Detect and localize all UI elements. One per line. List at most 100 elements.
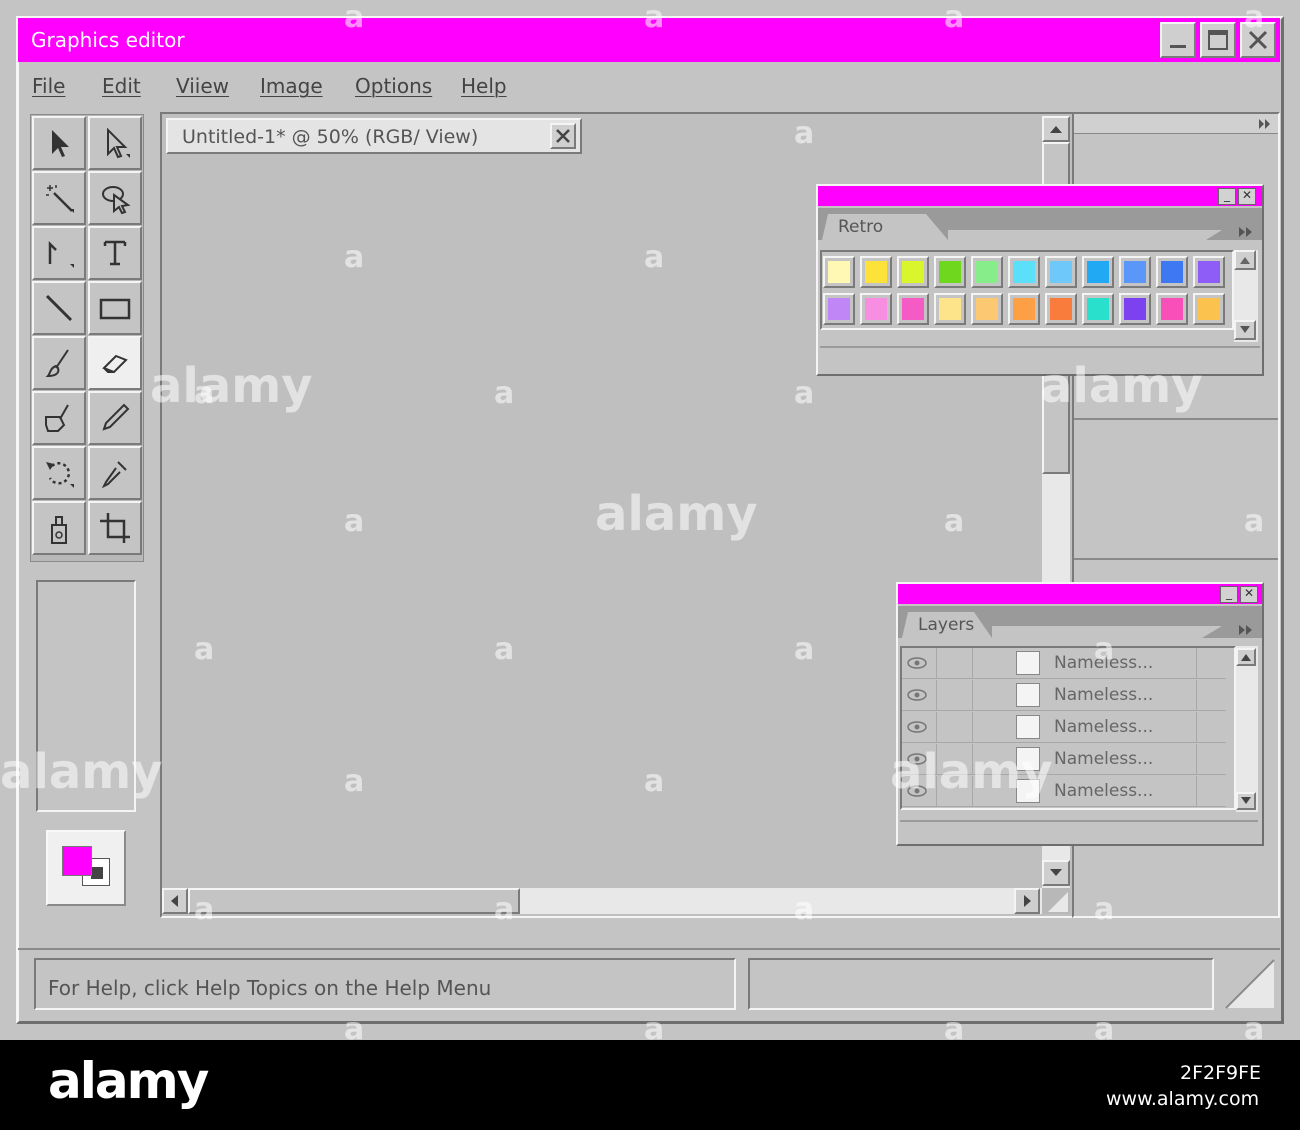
scroll-up-button[interactable]	[1042, 116, 1070, 142]
column-divider	[972, 712, 973, 742]
arrow-up-icon	[1050, 126, 1062, 133]
layers-tab[interactable]: Layers	[918, 615, 974, 635]
horizontal-scroll-thumb[interactable]	[188, 888, 520, 914]
watermark-mark: a	[1094, 632, 1115, 667]
foreground-color-swatch[interactable]	[62, 846, 92, 876]
tool-crop[interactable]	[88, 501, 142, 555]
color-selector[interactable]	[46, 830, 126, 906]
layer-name: Nameless...	[1054, 685, 1154, 705]
color-swatch[interactable]	[1082, 256, 1114, 288]
menu-options[interactable]: Options	[355, 74, 432, 98]
document-tab[interactable]: Untitled-1* @ 50% (RGB/ View)	[166, 118, 582, 154]
layers-scrollbar[interactable]	[1236, 646, 1258, 812]
color-swatch[interactable]	[897, 256, 929, 288]
watermark-text: alamy	[1040, 358, 1203, 414]
tool-fill-brush[interactable]	[32, 391, 86, 445]
color-swatch[interactable]	[1119, 256, 1151, 288]
menu-view[interactable]: Viiew	[176, 74, 229, 98]
layer-row[interactable]: Nameless...	[902, 680, 1226, 711]
layer-row[interactable]: Nameless...	[902, 712, 1226, 743]
column-divider	[1196, 648, 1197, 678]
eye-icon[interactable]	[906, 688, 928, 702]
window-resize-grip-icon[interactable]	[1222, 958, 1276, 1010]
eye-icon[interactable]	[906, 656, 928, 670]
expand-icon[interactable]	[1258, 118, 1272, 130]
scroll-left-button[interactable]	[162, 888, 188, 914]
color-swatch[interactable]	[971, 293, 1003, 325]
document-close-button[interactable]	[550, 123, 576, 149]
color-swatch[interactable]	[1193, 293, 1225, 325]
tool-magic-wand[interactable]	[32, 171, 86, 225]
color-swatch[interactable]	[1193, 256, 1225, 288]
resize-grip[interactable]	[1042, 888, 1070, 914]
tool-eyedropper[interactable]	[88, 446, 142, 500]
layer-row[interactable]: Nameless...	[902, 648, 1226, 679]
panel-menu-icon[interactable]	[1238, 624, 1254, 636]
color-swatch[interactable]	[1082, 293, 1114, 325]
pencil-icon	[102, 403, 130, 431]
maximize-button[interactable]	[1200, 22, 1236, 58]
watermark-mark: a	[644, 240, 665, 275]
color-swatch[interactable]	[860, 293, 892, 325]
panel-menu-icon[interactable]	[1238, 226, 1254, 238]
eye-icon[interactable]	[906, 720, 928, 734]
menu-help[interactable]: Help	[461, 74, 507, 98]
tool-pen[interactable]	[32, 226, 86, 280]
tool-spray-bottle[interactable]	[32, 501, 86, 555]
tool-text[interactable]	[88, 226, 142, 280]
swatches-scroll-down[interactable]	[1234, 320, 1256, 340]
color-swatch[interactable]	[934, 293, 966, 325]
arrow-down-icon	[1240, 326, 1250, 333]
menu-edit[interactable]: Edit	[102, 74, 141, 98]
swatches-scroll-up[interactable]	[1234, 250, 1256, 270]
column-divider	[1196, 776, 1197, 806]
minimize-button[interactable]	[1160, 22, 1196, 58]
color-swatch[interactable]	[897, 293, 929, 325]
color-swatch[interactable]	[1045, 256, 1077, 288]
layers-minimize-button[interactable]: _	[1220, 586, 1238, 603]
color-swatch[interactable]	[1156, 293, 1188, 325]
layers-close-button[interactable]: ✕	[1240, 586, 1258, 603]
dock-divider	[1074, 418, 1278, 420]
color-swatch[interactable]	[823, 293, 855, 325]
swatches-minimize-button[interactable]: _	[1218, 188, 1236, 205]
pointer-icon	[52, 130, 69, 157]
spray-bottle-icon	[51, 516, 67, 544]
watermark-text: alamy	[890, 744, 1053, 800]
menu-image[interactable]: Image	[260, 74, 323, 98]
color-swatch[interactable]	[1119, 293, 1151, 325]
menu-file[interactable]: File	[32, 74, 65, 98]
color-swatch[interactable]	[934, 256, 966, 288]
color-swatch[interactable]	[1008, 256, 1040, 288]
dock-divider	[1074, 558, 1278, 560]
eyedropper-icon	[101, 461, 127, 489]
tool-direct-select[interactable]	[88, 116, 142, 170]
color-swatch[interactable]	[860, 256, 892, 288]
scroll-right-button[interactable]	[1014, 888, 1040, 914]
color-swatch[interactable]	[1045, 293, 1077, 325]
window-title: Graphics editor	[31, 28, 185, 52]
watermark-mark: a	[344, 504, 365, 539]
layers-footer-divider	[900, 820, 1258, 822]
color-swatch[interactable]	[1008, 293, 1040, 325]
lasso-icon	[102, 186, 131, 215]
tool-rotate[interactable]	[32, 446, 86, 500]
swatches-tab[interactable]: Retro	[838, 217, 883, 237]
tool-line[interactable]	[32, 281, 86, 335]
layers-scroll-down[interactable]	[1236, 792, 1256, 810]
tool-lasso[interactable]	[88, 171, 142, 225]
minimize-icon	[1170, 45, 1186, 48]
color-swatch[interactable]	[1156, 256, 1188, 288]
text-icon	[103, 240, 127, 266]
tool-rectangle[interactable]	[88, 281, 142, 335]
tool-pointer[interactable]	[32, 116, 86, 170]
swatches-close-button[interactable]: ✕	[1238, 188, 1256, 205]
layers-scroll-up[interactable]	[1236, 648, 1256, 666]
tool-brush[interactable]	[32, 336, 86, 390]
color-swatch[interactable]	[971, 256, 1003, 288]
watermark-mark: a	[194, 632, 215, 667]
tool-pencil[interactable]	[88, 391, 142, 445]
scroll-down-button[interactable]	[1042, 860, 1070, 886]
tool-eraser[interactable]	[88, 336, 142, 390]
color-swatch[interactable]	[823, 256, 855, 288]
